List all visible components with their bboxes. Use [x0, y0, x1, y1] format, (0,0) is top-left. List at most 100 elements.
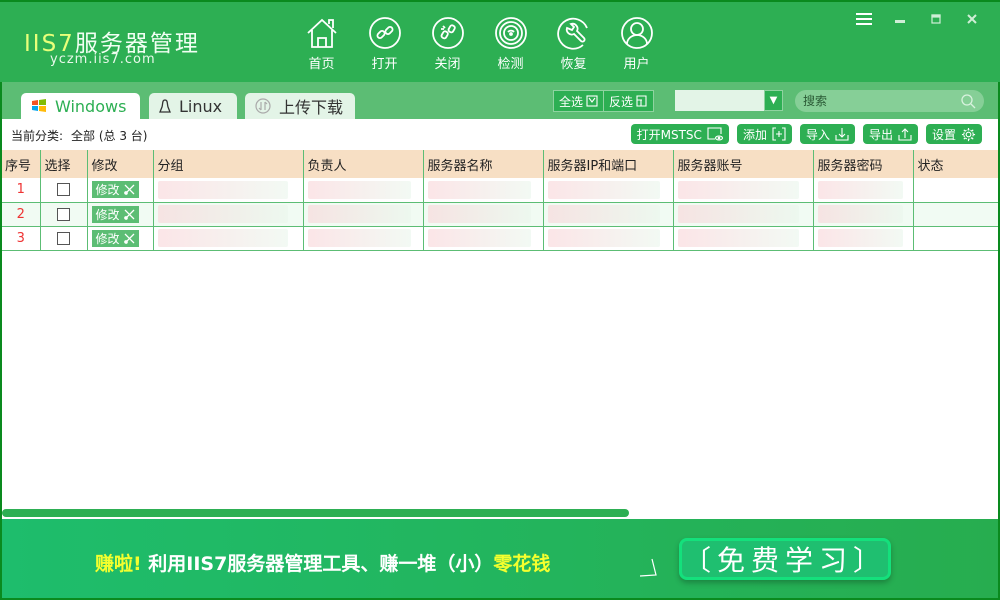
- row-edit-cell: 修改: [86, 226, 153, 251]
- row-owner: [302, 202, 423, 227]
- redacted-value: [547, 205, 660, 223]
- tools-icon: [123, 209, 134, 220]
- transfer-icon: [255, 98, 271, 114]
- col-server-name[interactable]: 服务器名称: [422, 150, 543, 178]
- nav-open[interactable]: 打开: [353, 16, 416, 72]
- edit-label: 修改: [95, 231, 120, 246]
- table-row[interactable]: 2 修改: [2, 202, 998, 227]
- main-nav: 首页 打开 关闭 检测 恢复 用户: [290, 16, 668, 72]
- settings-label: 设置: [931, 127, 956, 142]
- row-status: [912, 226, 998, 251]
- row-status: [912, 178, 998, 203]
- row-server-ip: [542, 202, 673, 227]
- col-group[interactable]: 分组: [152, 150, 303, 178]
- row-server-ip: [542, 226, 673, 251]
- close-button[interactable]: [954, 8, 990, 30]
- row-owner: [302, 178, 423, 203]
- nav-user[interactable]: 用户: [605, 16, 668, 72]
- col-server-ip-port[interactable]: 服务器IP和端口: [542, 150, 673, 178]
- category-label: 当前分类:: [11, 129, 64, 143]
- redacted-value: [307, 205, 411, 223]
- redacted-value: [547, 229, 660, 247]
- row-checkbox[interactable]: [57, 207, 70, 221]
- invert-select-label: 反选: [609, 94, 634, 109]
- header-bar: IIS7服务器管理 yczm.iis7.com 首页 打开 关闭 检测 恢复 用…: [0, 0, 1000, 82]
- tab-upload-download[interactable]: 上传下载: [245, 93, 355, 119]
- row-server-name: [422, 226, 543, 251]
- col-edit[interactable]: 修改: [86, 150, 153, 178]
- unlink-icon: [431, 17, 464, 49]
- selection-buttons: 全选 反选: [553, 90, 655, 112]
- maximize-button[interactable]: [918, 8, 954, 30]
- redacted-value: [677, 229, 799, 247]
- row-server-name: [422, 178, 543, 203]
- home-icon: [306, 18, 337, 48]
- promo-middle: 利用IIS7服务器管理工具、赚一堆（小）: [148, 553, 494, 575]
- tools-icon: [123, 184, 134, 196]
- table-row[interactable]: 1 修改: [2, 178, 998, 203]
- windows-logo-icon: [31, 99, 47, 113]
- redacted-value: [307, 229, 411, 247]
- tab-linux[interactable]: Linux: [149, 93, 237, 119]
- redacted-value: [157, 180, 288, 199]
- row-index: 2: [2, 202, 40, 227]
- select-all-label: 全选: [559, 94, 584, 109]
- tab-windows[interactable]: Windows: [21, 93, 140, 119]
- add-button[interactable]: 添加: [736, 124, 792, 144]
- promo-prefix: 赚啦!: [95, 553, 142, 575]
- nav-home[interactable]: 首页: [290, 16, 353, 72]
- edit-label: 修改: [95, 207, 120, 222]
- row-server-account: [672, 178, 813, 203]
- menu-button[interactable]: [846, 8, 882, 30]
- select-all-button[interactable]: 全选: [554, 91, 604, 111]
- search-input[interactable]: [803, 94, 953, 108]
- table-header-row: 序号 选择 修改 分组 负责人 服务器名称 服务器IP和端口 服务器账号 服务器…: [2, 150, 998, 178]
- free-learn-button[interactable]: 〔免费学习〕: [679, 538, 891, 580]
- row-checkbox[interactable]: [57, 231, 70, 245]
- redacted-value: [677, 205, 799, 223]
- col-status[interactable]: 状态: [912, 150, 998, 178]
- redacted-value: [307, 180, 411, 199]
- search-icon[interactable]: [960, 93, 976, 109]
- export-button[interactable]: 导出: [862, 124, 918, 144]
- col-owner[interactable]: 负责人: [302, 150, 423, 178]
- row-server-password: [812, 202, 913, 227]
- row-edit-cell: 修改: [86, 202, 153, 227]
- link-icon: [368, 17, 401, 49]
- nav-close-label: 关闭: [434, 57, 461, 72]
- edit-button[interactable]: 修改: [91, 229, 139, 247]
- edit-button[interactable]: 修改: [91, 205, 139, 223]
- group-dropdown[interactable]: ▼: [675, 90, 783, 111]
- row-group: [152, 226, 303, 251]
- open-mstsc-button[interactable]: 打开MSTSC: [630, 124, 729, 144]
- nav-close[interactable]: 关闭: [416, 16, 479, 72]
- redacted-value: [547, 180, 660, 199]
- col-index[interactable]: 序号: [2, 150, 40, 178]
- promo-text: 赚啦! 利用IIS7服务器管理工具、赚一堆（小）零花钱: [95, 549, 550, 576]
- invert-select-button[interactable]: 反选: [603, 91, 654, 111]
- row-checkbox[interactable]: [57, 183, 70, 197]
- tools-icon: [123, 233, 134, 244]
- nav-restore-label: 恢复: [560, 57, 587, 72]
- tab-bar: Windows Linux 上传下载 全选 反选 ▼: [2, 82, 998, 119]
- chevron-down-icon[interactable]: ▼: [764, 90, 783, 111]
- edit-button[interactable]: 修改: [91, 181, 139, 199]
- redacted-value: [427, 229, 531, 247]
- col-server-password[interactable]: 服务器密码: [812, 150, 913, 178]
- horizontal-scrollbar[interactable]: [2, 509, 629, 517]
- table-row[interactable]: 3 修改: [2, 226, 998, 251]
- gear-icon: [961, 127, 976, 141]
- nav-open-label: 打开: [371, 57, 398, 72]
- col-server-account[interactable]: 服务器账号: [672, 150, 813, 178]
- import-button[interactable]: 导入: [799, 124, 855, 144]
- minimize-button[interactable]: [882, 8, 918, 30]
- row-select-cell: [39, 178, 87, 203]
- row-select-cell: [39, 226, 87, 251]
- redacted-value: [427, 180, 531, 199]
- nav-restore[interactable]: 恢复: [542, 16, 605, 72]
- add-icon: [772, 127, 786, 141]
- open-mstsc-label: 打开MSTSC: [636, 127, 702, 142]
- nav-detect[interactable]: 检测: [479, 16, 542, 72]
- settings-button[interactable]: 设置: [925, 124, 982, 144]
- col-select[interactable]: 选择: [39, 150, 87, 178]
